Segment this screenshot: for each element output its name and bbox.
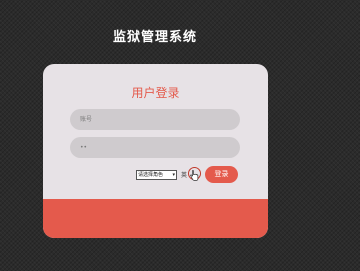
role-select[interactable]: 请选择角色 ▾ xyxy=(136,170,177,180)
password-input[interactable]: •• xyxy=(70,137,240,158)
role-row: 请选择角色 ▾ 英 登录 xyxy=(43,165,268,185)
account-input[interactable]: 账号 xyxy=(70,109,240,130)
login-button[interactable]: 登录 xyxy=(205,166,238,183)
login-heading: 用户登录 xyxy=(131,86,180,100)
role-select-value: 请选择角色 xyxy=(138,172,164,178)
chevron-down-icon: ▾ xyxy=(172,172,175,178)
hand-pointer-icon xyxy=(190,170,199,181)
app-title: 监狱管理系统 xyxy=(112,30,197,45)
language-link[interactable]: 英 xyxy=(181,170,187,179)
login-card: 用户登录 账号 •• 请选择角色 ▾ 英 登录 xyxy=(43,64,268,238)
card-footer xyxy=(43,199,268,238)
